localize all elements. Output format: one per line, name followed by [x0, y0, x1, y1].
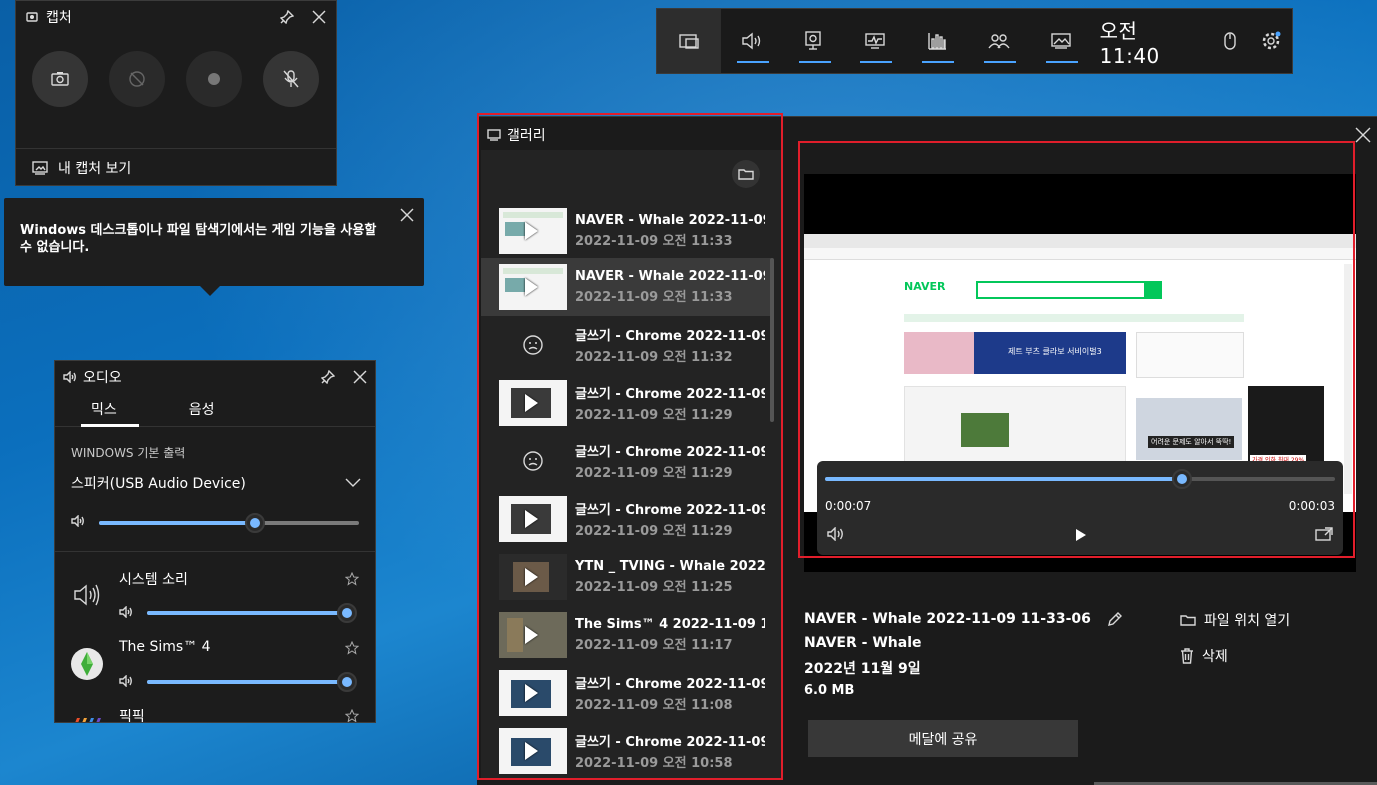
settings-icon: [1261, 31, 1281, 51]
highlight-box-list: [477, 113, 783, 780]
speaker-icon: [63, 371, 77, 383]
close-icon[interactable]: [1355, 127, 1371, 143]
resources-icon: [926, 31, 948, 51]
highlight-box-preview: [798, 141, 1355, 558]
mouse-settings-button[interactable]: [1211, 9, 1250, 73]
volume-icon: [119, 675, 133, 687]
record-last-button[interactable]: [109, 51, 165, 107]
system-sounds-volume-fill: [147, 611, 347, 615]
audio-tabs: 믹스 음성: [55, 393, 375, 427]
volume-icon: [71, 515, 87, 527]
sims-app-icon: [71, 648, 103, 680]
xbox-social-icon: [988, 32, 1010, 50]
camera-icon: [51, 71, 69, 87]
favorite-star-icon[interactable]: [345, 572, 359, 586]
mouse-icon: [1224, 32, 1236, 50]
performance-widget-button[interactable]: [844, 9, 906, 73]
share-button[interactable]: 메달에 공유: [808, 720, 1078, 757]
master-volume-slider[interactable]: [99, 513, 359, 533]
output-heading: WINDOWS 기본 출력: [71, 446, 186, 460]
close-icon[interactable]: [400, 208, 414, 222]
favorite-star-icon[interactable]: [345, 709, 359, 722]
sims-volume-thumb[interactable]: [337, 672, 357, 692]
output-device-value: 스피커(USB Audio Device): [71, 476, 246, 492]
output-device-select[interactable]: 스피커(USB Audio Device): [71, 473, 361, 493]
gallery-icon: [1050, 32, 1072, 50]
trash-icon: [1180, 648, 1194, 664]
capture-app: NAVER - Whale: [804, 635, 922, 651]
settings-button[interactable]: [1249, 9, 1292, 73]
performance-icon: [864, 32, 886, 50]
master-volume-fill: [99, 521, 255, 525]
app-name-system-sounds: 시스템 소리: [119, 572, 188, 588]
system-sounds-volume-thumb[interactable]: [337, 603, 357, 623]
audio-titlebar: 오디오: [55, 361, 375, 393]
tab-voice[interactable]: 음성: [173, 393, 231, 426]
capture-date: 2022년 11월 9일: [804, 661, 921, 677]
audio-title: 오디오: [83, 370, 122, 386]
master-volume-thumb[interactable]: [245, 513, 265, 533]
capture-filename: NAVER - Whale 2022-11-09 11-33-06: [804, 611, 1091, 627]
volume-icon: [119, 606, 133, 618]
microphone-muted-icon: [283, 70, 299, 88]
resources-widget-button[interactable]: [906, 9, 968, 73]
widget-menu-icon: [678, 32, 700, 50]
record-dot-icon: [207, 72, 221, 86]
feature-unavailable-tooltip: Windows 데스크톱이나 파일 탐색기에서는 게임 기능을 사용할 수 없습…: [4, 198, 424, 296]
view-captures-label: 내 캡처 보기: [58, 160, 132, 177]
tooltip-text: Windows 데스크톱이나 파일 탐색기에서는 게임 기능을 사용할 수 없습…: [20, 223, 377, 255]
sims-volume-slider[interactable]: [147, 672, 357, 692]
record-last-disabled-icon: [128, 70, 146, 88]
folder-icon: [1180, 614, 1196, 626]
open-file-location-label: 파일 위치 열기: [1204, 613, 1291, 629]
sims-volume-fill: [147, 680, 347, 684]
favorite-star-icon[interactable]: [345, 641, 359, 655]
close-icon[interactable]: [353, 370, 367, 384]
capture-icon: [804, 31, 822, 51]
edit-pencil-icon[interactable]: [1107, 611, 1123, 627]
game-bar: 오전 11:40: [656, 8, 1293, 74]
view-captures-link[interactable]: 내 캡처 보기: [16, 148, 336, 186]
xbox-social-button[interactable]: [968, 9, 1030, 73]
delete-button[interactable]: 삭제: [1180, 646, 1228, 666]
delete-label: 삭제: [1202, 649, 1228, 665]
audio-widget-button[interactable]: [721, 9, 783, 73]
gallery-icon: [32, 160, 48, 175]
app-name-picpick: 픽픽: [119, 709, 145, 723]
system-sounds-volume-slider[interactable]: [147, 603, 357, 623]
widget-menu-button[interactable]: [657, 9, 721, 73]
capture-title: 캡처: [46, 10, 72, 26]
pin-icon[interactable]: [321, 370, 335, 384]
chevron-down-icon: [345, 478, 361, 488]
audio-widget: 오디오 믹스 음성 WINDOWS 기본 출력 스피커(USB Audio De…: [54, 360, 376, 723]
start-recording-button[interactable]: [186, 51, 242, 107]
capture-titlebar: 캡처: [16, 1, 336, 33]
clock: 오전 11:40: [1099, 18, 1160, 68]
capture-widget-button[interactable]: [783, 9, 845, 73]
close-icon[interactable]: [312, 10, 326, 24]
divider: [55, 551, 375, 552]
audio-icon: [741, 32, 763, 50]
open-file-location-button[interactable]: 파일 위치 열기: [1180, 610, 1290, 630]
capture-widget: 캡처 내 캡처 보기: [15, 0, 337, 186]
microphone-button[interactable]: [263, 51, 319, 107]
picpick-app-icon: [71, 714, 103, 722]
screenshot-button[interactable]: [32, 51, 88, 107]
pin-icon[interactable]: [280, 10, 294, 24]
capture-filename-row: NAVER - Whale 2022-11-09 11-33-06: [804, 611, 1123, 627]
tab-mix[interactable]: 믹스: [75, 393, 139, 427]
capture-size: 6.0 MB: [804, 683, 855, 698]
capture-widget-icon: [26, 11, 38, 23]
gallery-widget-button[interactable]: [1030, 9, 1092, 73]
app-name-sims: The Sims™ 4: [119, 639, 211, 655]
system-sounds-icon: [73, 583, 101, 607]
